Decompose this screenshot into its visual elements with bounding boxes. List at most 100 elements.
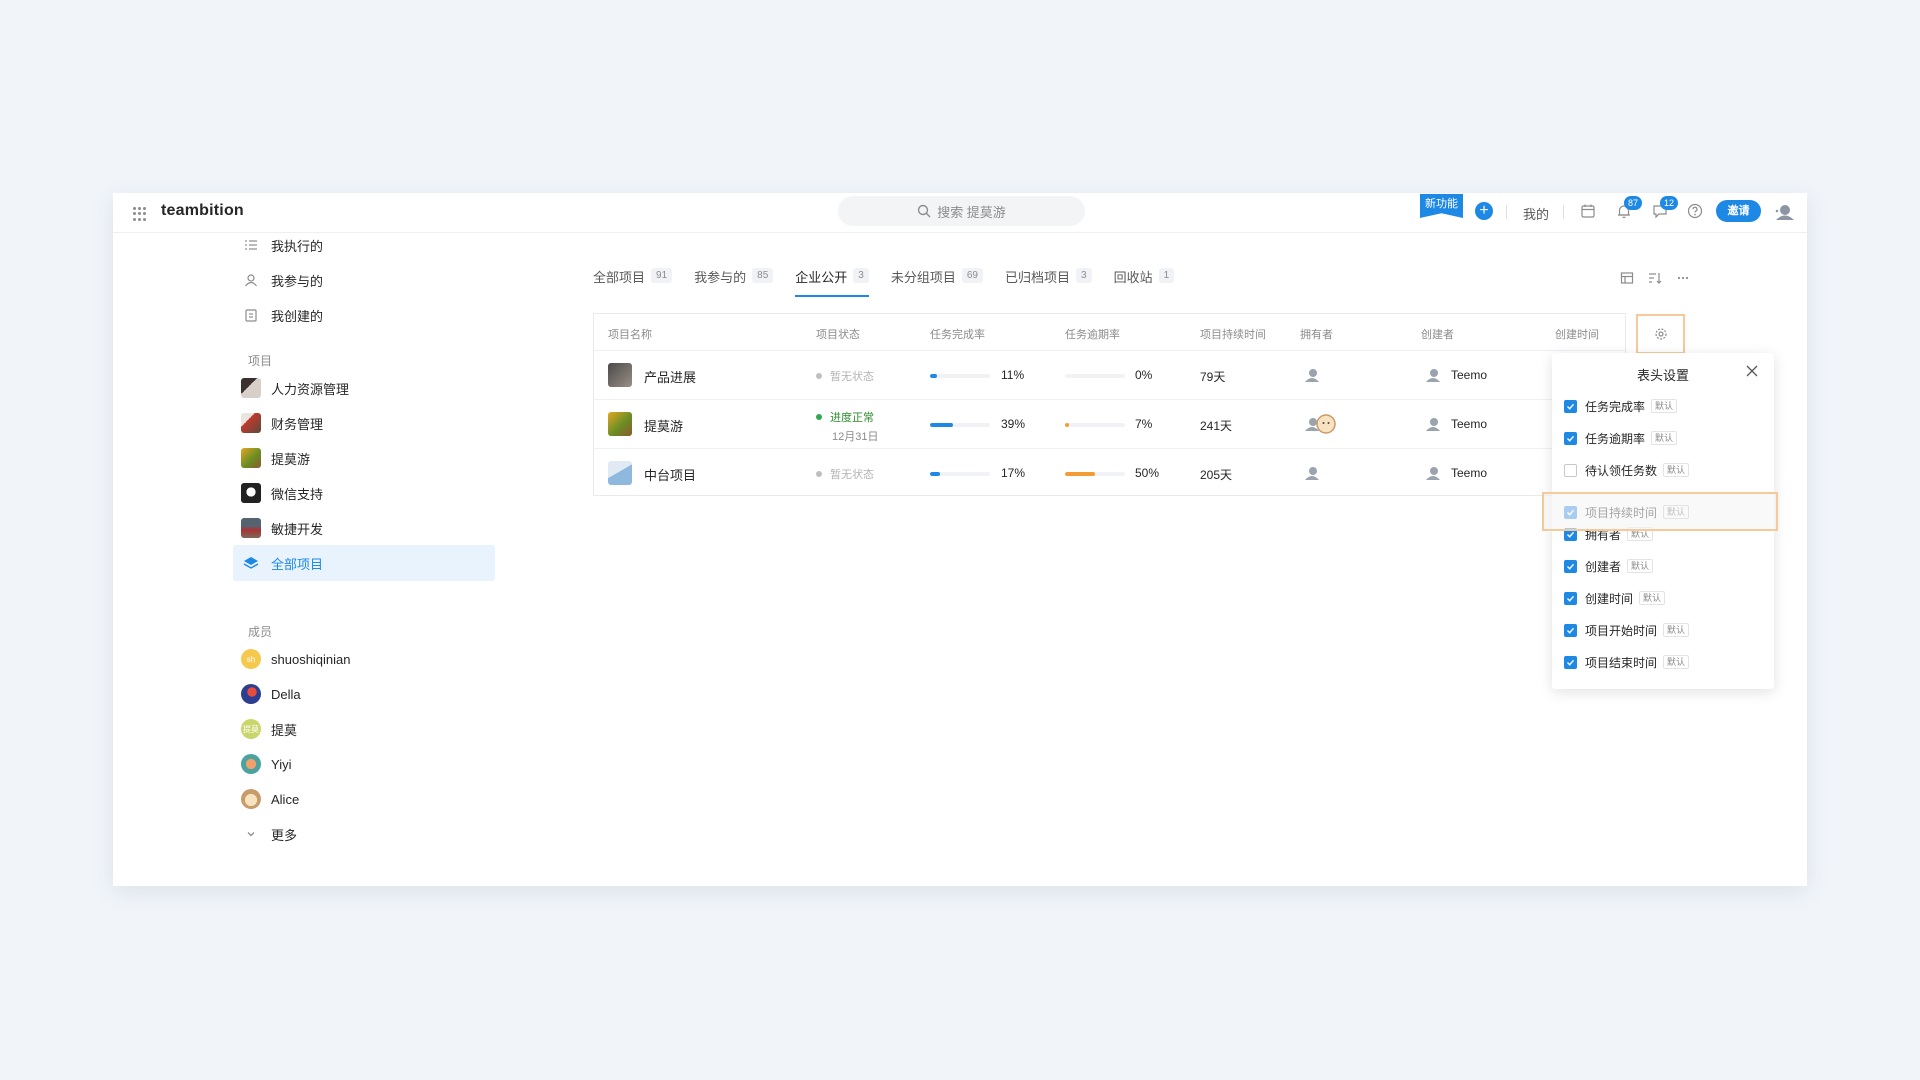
column-settings-button[interactable] (1636, 314, 1685, 354)
tab-recycle-bin[interactable]: 回收站 1 (1114, 267, 1175, 297)
project-thumbnail (241, 448, 261, 468)
column-header[interactable]: 项目状态 (816, 326, 860, 342)
project-status[interactable]: 暂无状态 (816, 368, 874, 384)
search-input[interactable]: 搜索 提莫游 (838, 196, 1085, 226)
checkbox-checked[interactable] (1564, 655, 1577, 669)
table-row[interactable]: 中台项目 暂无状态 17% 50% 205天 Teemo (594, 449, 1625, 498)
projects-table: 项目名称 项目状态 任务完成率 任务逾期率 项目持续时间 拥有者 创建者 创建时… (593, 313, 1685, 498)
sidebar-item-project[interactable]: 提莫游 (233, 440, 495, 476)
checkbox-unchecked[interactable] (1564, 463, 1577, 477)
project-status[interactable]: 进度正常 12月31日 (816, 409, 878, 444)
app-logo[interactable]: teambition (161, 202, 244, 220)
checkbox-checked[interactable] (1564, 559, 1577, 573)
layout-icon[interactable] (1618, 269, 1636, 287)
column-header[interactable]: 任务完成率 (930, 326, 985, 342)
checkbox-checked[interactable] (1564, 399, 1577, 413)
column-header[interactable]: 任务逾期率 (1065, 326, 1120, 342)
more-options-icon[interactable] (1674, 269, 1692, 287)
owner-avatar[interactable] (1302, 463, 1322, 483)
message-icon[interactable]: 12 (1651, 196, 1678, 220)
layers-icon (243, 555, 259, 571)
sidebar-item-my-participated[interactable]: 我参与的 (233, 262, 495, 298)
tab-label: 未分组项目 (890, 270, 956, 285)
column-header[interactable]: 项目持续时间 (1200, 326, 1266, 342)
creator-name: Teemo (1451, 368, 1488, 382)
checkbox-checked[interactable] (1564, 431, 1577, 445)
person-icon (243, 272, 259, 288)
help-icon[interactable] (1686, 202, 1704, 220)
mine-menu[interactable]: 我的 (1523, 204, 1549, 223)
new-feature-badge[interactable]: 新功能 (1420, 194, 1463, 218)
tab-participated[interactable]: 我参与的 85 (694, 267, 774, 297)
tab-all-projects[interactable]: 全部项目 91 (593, 267, 673, 297)
member-name: shuoshiqinian (271, 651, 351, 667)
sidebar-item-project[interactable]: 财务管理 (233, 405, 495, 441)
column-option[interactable]: 项目结束时间 默认 (1564, 650, 1764, 674)
tab-public[interactable]: 企业公开 3 (795, 267, 869, 297)
project-status[interactable]: 暂无状态 (816, 466, 874, 482)
project-name[interactable]: 产品进展 (644, 367, 696, 386)
column-header[interactable]: 创建时间 (1555, 326, 1599, 342)
sidebar-item-my-executed[interactable]: 我执行的 (233, 227, 495, 263)
column-option[interactable]: 任务完成率 默认 (1564, 394, 1764, 418)
default-tag: 默认 (1663, 505, 1690, 519)
column-option[interactable]: 项目开始时间 默认 (1564, 618, 1764, 642)
column-header[interactable]: 项目名称 (608, 326, 652, 342)
sidebar-more-members[interactable]: 更多 (233, 816, 495, 852)
invite-button[interactable]: 邀请 (1716, 200, 1761, 222)
creator-avatar[interactable] (1423, 463, 1443, 483)
completion-bar (930, 374, 990, 378)
sort-icon[interactable] (1646, 269, 1664, 287)
tab-count: 3 (1076, 268, 1092, 283)
sidebar-item-project[interactable]: 敏捷开发 (233, 510, 495, 546)
user-avatar[interactable] (1771, 199, 1797, 225)
option-label: 创建者 (1585, 559, 1622, 574)
tab-label: 回收站 (1113, 270, 1153, 285)
project-name[interactable]: 提莫游 (644, 416, 683, 435)
checkbox-checked[interactable] (1564, 591, 1577, 605)
column-header[interactable]: 拥有者 (1300, 326, 1333, 342)
calendar-icon[interactable] (1579, 202, 1597, 220)
column-option[interactable]: 创建者 默认 (1564, 554, 1764, 578)
column-header[interactable]: 创建者 (1421, 326, 1454, 342)
project-name[interactable]: 中台项目 (644, 465, 696, 484)
owner-avatar[interactable] (1302, 365, 1322, 385)
sidebar-member[interactable]: 提莫 提莫 (233, 711, 495, 747)
creator-avatar[interactable] (1423, 414, 1443, 434)
add-button[interactable]: + (1475, 202, 1493, 220)
sidebar-member[interactable]: Alice (233, 781, 495, 817)
completion-bar-fill (930, 472, 941, 476)
sidebar-member[interactable]: Della (233, 676, 495, 712)
sidebar-item-all-projects[interactable]: 全部项目 (233, 545, 495, 581)
column-option[interactable]: 任务逾期率 默认 (1564, 426, 1764, 450)
option-label: 项目持续时间 (1585, 505, 1658, 520)
checkbox-checked[interactable] (1564, 623, 1577, 637)
apps-grid-icon[interactable] (133, 207, 147, 221)
sidebar-item-label: 全部项目 (271, 556, 324, 572)
sidebar-item-label: 我执行的 (271, 238, 324, 254)
column-option[interactable]: 待认领任务数 默认 (1564, 458, 1764, 482)
dragging-column-option[interactable]: 项目持续时间 默认 (1542, 492, 1778, 531)
members-heading: 成员 (248, 625, 273, 639)
creator-avatar[interactable] (1423, 365, 1443, 385)
checkbox-checked[interactable] (1564, 505, 1577, 519)
overdue-rate: 50% (1135, 466, 1160, 480)
notification-bell-icon[interactable]: 87 (1615, 196, 1642, 220)
tab-ungrouped[interactable]: 未分组项目 69 (891, 267, 983, 297)
sidebar-member[interactable]: sh shuoshiqinian (233, 641, 495, 677)
option-label: 项目结束时间 (1585, 655, 1658, 670)
column-option[interactable]: 项目持续时间 默认 (1564, 500, 1764, 524)
table-row[interactable]: 提莫游 进度正常 12月31日 39% 7% 241天 Teemo (594, 400, 1625, 449)
column-option[interactable]: 创建时间 默认 (1564, 586, 1764, 610)
search-icon (917, 204, 931, 218)
close-icon[interactable] (1744, 363, 1760, 379)
sidebar-member[interactable]: Yiyi (233, 746, 495, 782)
sidebar-item-project[interactable]: 人力资源管理 (233, 370, 495, 406)
sidebar-item-project[interactable]: 微信支持 (233, 475, 495, 511)
completion-bar (930, 472, 990, 476)
sidebar-item-my-created[interactable]: 我创建的 (233, 297, 495, 333)
tab-archived[interactable]: 已归档项目 3 (1005, 267, 1092, 297)
overdue-bar (1065, 423, 1125, 427)
owner-avatar[interactable] (1316, 414, 1336, 434)
table-row[interactable]: 产品进展 暂无状态 11% 0% 79天 Teemo (594, 351, 1625, 400)
